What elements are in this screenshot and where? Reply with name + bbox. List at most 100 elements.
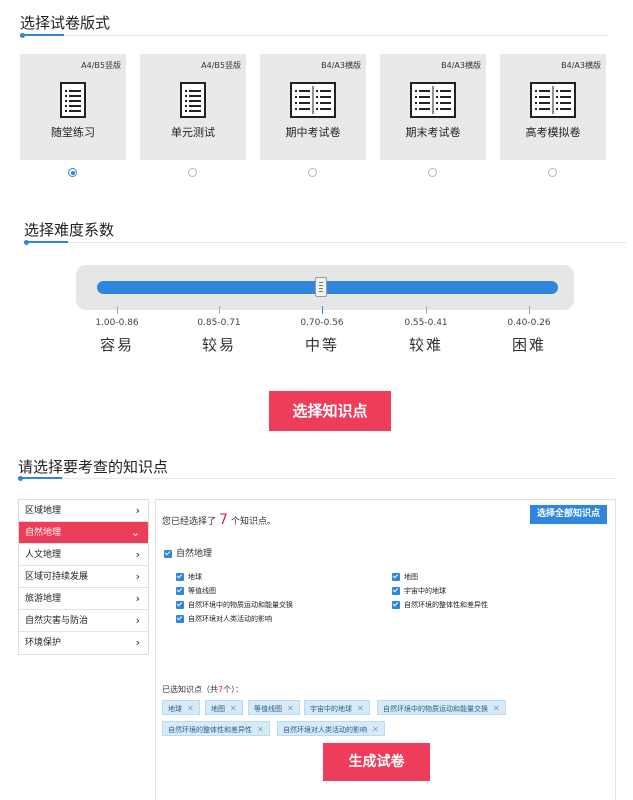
difficulty-range: 0.85-0.71 <box>197 318 241 328</box>
tag-label: 自然环境对人类活动的影响 <box>283 726 367 734</box>
close-icon[interactable]: ✕ <box>372 725 379 734</box>
close-icon[interactable]: ✕ <box>287 704 294 713</box>
slider-tick <box>529 306 530 314</box>
knowledge-panel: 您已经选择了 7 个知识点。 选择全部知识点 自然地理 地球 地图 等值线图 宇宙中… <box>155 499 616 800</box>
selected-prefix: 已选知识点（共 <box>162 685 218 694</box>
knowledge-item[interactable]: 等值线图 <box>176 586 216 596</box>
summary-prefix: 您已经选择了 <box>162 517 217 527</box>
close-icon[interactable]: ✕ <box>357 704 364 713</box>
checkbox-checked-icon[interactable] <box>176 573 184 581</box>
template-card-4[interactable]: B4/A3横版 高考模拟卷 <box>500 54 606 160</box>
slider-handle[interactable] <box>315 277 327 297</box>
group-checkbox[interactable]: 自然地理 <box>164 546 212 559</box>
checkbox-checked-icon[interactable] <box>176 615 184 623</box>
category-item[interactable]: 自然灾害与防治 › <box>19 610 148 632</box>
template-size: B4/A3横版 <box>561 61 601 70</box>
category-label: 区域可持续发展 <box>25 572 89 582</box>
close-icon[interactable]: ✕ <box>257 725 264 734</box>
slider-track[interactable] <box>97 281 558 294</box>
selected-tag: 宇宙中的地球 ✕ <box>304 700 370 715</box>
knowledge-item[interactable]: 自然环境中的物质运动和能量交换 <box>176 600 293 610</box>
landscape-document-icon <box>530 82 576 118</box>
selected-tag: 自然环境中的物质运动和能量交换 ✕ <box>377 700 506 715</box>
knowledge-item[interactable]: 地图 <box>392 572 418 582</box>
generate-paper-button[interactable]: 生成试卷 <box>323 743 430 781</box>
template-card-2[interactable]: B4/A3横版 期中考试卷 <box>260 54 366 160</box>
checkbox-checked-icon[interactable] <box>392 587 400 595</box>
close-icon[interactable]: ✕ <box>493 704 500 713</box>
chevron-right-icon: › <box>135 570 140 583</box>
tag-label: 自然环境的整体性和差异性 <box>168 726 252 734</box>
category-item[interactable]: 区域可持续发展 › <box>19 566 148 588</box>
template-radio-3[interactable] <box>428 168 437 177</box>
difficulty-range: 0.70-0.56 <box>300 318 344 328</box>
group-label: 自然地理 <box>176 549 213 559</box>
template-card-1[interactable]: A4/B5竖版 单元测试 <box>140 54 246 160</box>
checkbox-checked-icon[interactable] <box>176 601 184 609</box>
selected-title: 已选知识点（共7个）： <box>162 684 243 695</box>
portrait-document-icon <box>60 82 86 118</box>
difficulty-slider[interactable] <box>76 265 574 310</box>
knowledge-label: 自然环境的整体性和差异性 <box>404 601 488 609</box>
title-divider <box>20 35 608 36</box>
tag-label: 地图 <box>211 705 225 713</box>
checkbox-checked-icon[interactable] <box>392 573 400 581</box>
title-divider <box>24 242 626 243</box>
template-name: 高考模拟卷 <box>525 126 581 139</box>
checkbox-checked-icon[interactable] <box>164 549 172 558</box>
close-icon[interactable]: ✕ <box>187 704 194 713</box>
knowledge-item[interactable]: 地球 <box>176 572 202 582</box>
chevron-right-icon: › <box>135 636 140 649</box>
template-radio-4[interactable] <box>548 168 557 177</box>
category-label: 环境保护 <box>25 638 62 648</box>
title-accent <box>24 241 68 243</box>
category-item[interactable]: 环境保护 › <box>19 632 148 654</box>
knowledge-item[interactable]: 自然环境对人类活动的影响 <box>176 614 272 624</box>
slider-tick <box>426 306 427 314</box>
select-all-button[interactable]: 选择全部知识点 <box>530 505 607 524</box>
difficulty-label: 困难 <box>511 336 546 354</box>
title-accent <box>18 477 62 479</box>
template-radio-1[interactable] <box>188 168 197 177</box>
knowledge-label: 等值线图 <box>188 587 216 595</box>
knowledge-item[interactable]: 自然环境的整体性和差异性 <box>392 600 488 610</box>
knowledge-item[interactable]: 宇宙中的地球 <box>392 586 446 596</box>
close-icon[interactable]: ✕ <box>230 704 237 713</box>
category-item[interactable]: 旅游地理 › <box>19 588 148 610</box>
knowledge-section-title: 请选择要考查的知识点 <box>18 458 169 476</box>
template-radio-2[interactable] <box>308 168 317 177</box>
category-item[interactable]: 区域地理 › <box>19 500 148 522</box>
difficulty-label: 较难 <box>408 336 443 354</box>
selected-count: 7 <box>219 512 228 528</box>
chevron-right-icon: › <box>135 614 140 627</box>
select-knowledge-button[interactable]: 选择知识点 <box>269 391 391 431</box>
chevron-down-icon: ⌄ <box>130 526 140 539</box>
category-item[interactable]: 人文地理 › <box>19 544 148 566</box>
template-card-0[interactable]: A4/B5竖版 随堂练习 <box>20 54 126 160</box>
template-size: A4/B5竖版 <box>201 61 241 70</box>
checkbox-checked-icon[interactable] <box>176 587 184 595</box>
template-name: 期中考试卷 <box>285 126 341 139</box>
knowledge-label: 地球 <box>188 573 202 581</box>
template-card-3[interactable]: B4/A3横版 期末考试卷 <box>380 54 486 160</box>
slider-tick <box>117 306 118 314</box>
selected-tag: 地球 ✕ <box>162 700 200 715</box>
title-divider <box>18 478 616 479</box>
title-accent <box>20 34 64 36</box>
selected-tag: 自然环境的整体性和差异性 ✕ <box>162 721 270 736</box>
title-dot <box>20 33 25 38</box>
template-radio-0[interactable] <box>68 168 77 177</box>
template-size: A4/B5竖版 <box>81 61 121 70</box>
checkbox-checked-icon[interactable] <box>392 601 400 609</box>
template-row: A4/B5竖版 随堂练习 A4/B5竖版 单元测试 B4/A3横版 期中考试卷 … <box>20 54 610 160</box>
knowledge-label: 宇宙中的地球 <box>404 587 446 595</box>
category-label: 自然灾害与防治 <box>25 616 89 626</box>
difficulty-label: 容易 <box>99 336 134 354</box>
tag-label: 自然环境中的物质运动和能量交换 <box>383 705 488 713</box>
tag-label: 等值线图 <box>254 705 282 713</box>
difficulty-range: 0.55-0.41 <box>404 318 448 328</box>
category-item-active[interactable]: 自然地理 ⌄ <box>19 522 148 544</box>
category-label: 人文地理 <box>25 550 62 560</box>
title-dot <box>18 476 23 481</box>
template-name: 期末考试卷 <box>405 126 461 139</box>
